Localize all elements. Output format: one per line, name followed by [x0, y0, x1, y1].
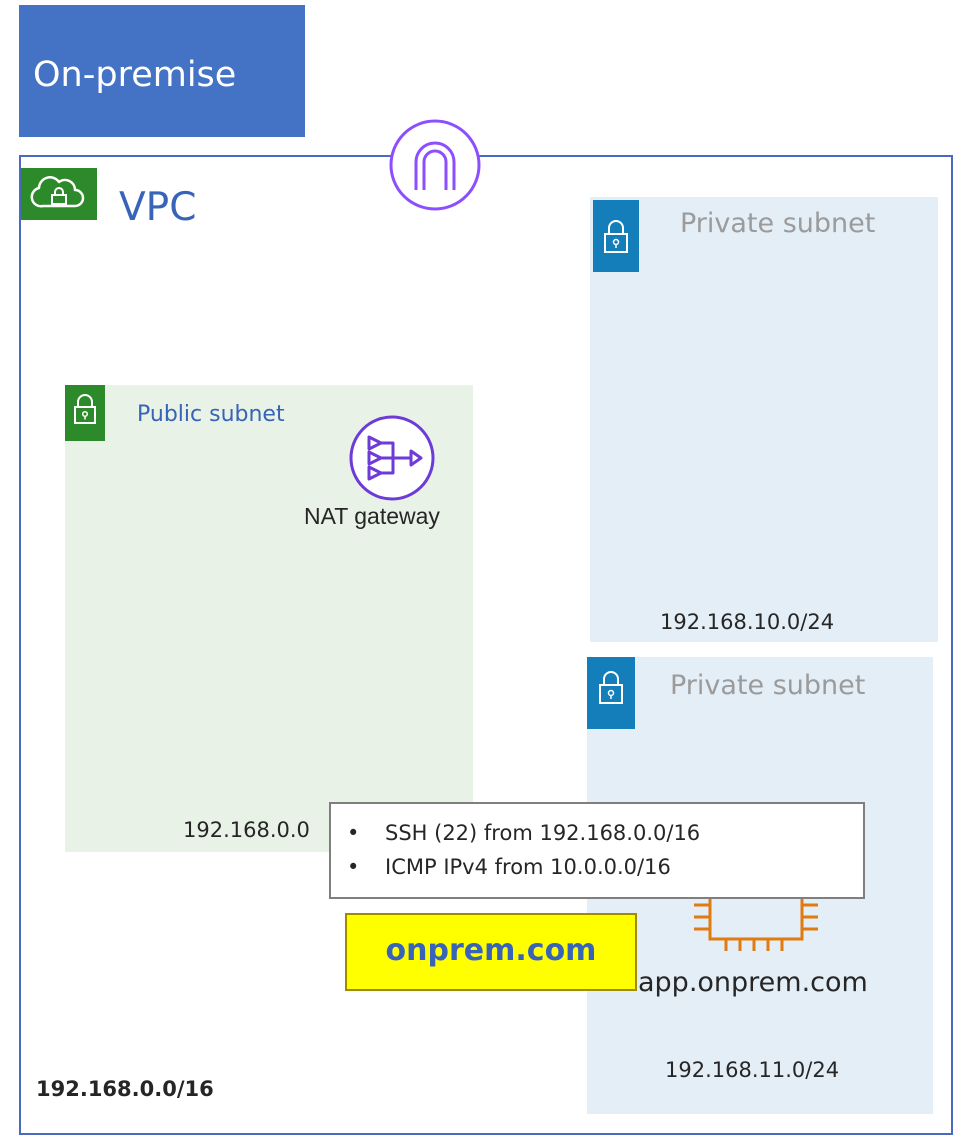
vpc-label: VPC — [119, 185, 197, 230]
lock-icon — [604, 220, 628, 253]
domain-label-box: onprem.com — [345, 913, 637, 991]
private-subnet-2-lock-badge — [587, 657, 635, 729]
nat-gateway-label: NAT gateway — [304, 503, 440, 529]
rule-text: ICMP IPv4 from 10.0.0.0/16 — [385, 855, 671, 879]
private-subnet-1-label: Private subnet — [680, 208, 876, 239]
lock-icon — [599, 671, 623, 704]
on-premise-label: On-premise — [33, 55, 237, 95]
security-group-rules-callout: • SSH (22) from 192.168.0.0/16 • ICMP IPv4… — [329, 802, 865, 899]
private-subnet-2-label: Private subnet — [670, 670, 866, 701]
private-subnet-1 — [590, 197, 938, 642]
nat-gateway-icon — [347, 413, 437, 503]
ec2-instance-icon — [690, 893, 825, 953]
app-host-label: app.onprem.com — [638, 967, 868, 998]
rule-text: SSH (22) from 192.168.0.0/16 — [385, 821, 701, 845]
rule-item: • ICMP IPv4 from 10.0.0.0/16 — [347, 855, 671, 879]
rule-item: • SSH (22) from 192.168.0.0/16 — [347, 821, 701, 845]
vpc-icon-badge — [21, 168, 97, 220]
cloud-lock-icon — [30, 176, 85, 208]
private-subnet-1-lock-badge — [593, 200, 639, 272]
vpn-tunnel-icon — [388, 118, 482, 212]
security-group-rules-list: • SSH (22) from 192.168.0.0/16 • ICMP IPv4… — [347, 816, 700, 884]
private-subnet-2-cidr: 192.168.11.0/24 — [665, 1058, 840, 1082]
lock-icon — [74, 394, 96, 424]
public-subnet-cidr: 192.168.0.0 — [183, 818, 310, 842]
public-subnet-label: Public subnet — [137, 402, 285, 427]
domain-label: onprem.com — [385, 933, 597, 968]
public-subnet-lock-badge — [65, 385, 105, 441]
vpc-cidr: 192.168.0.0/16 — [36, 1077, 214, 1101]
private-subnet-1-cidr: 192.168.10.0/24 — [660, 610, 835, 634]
